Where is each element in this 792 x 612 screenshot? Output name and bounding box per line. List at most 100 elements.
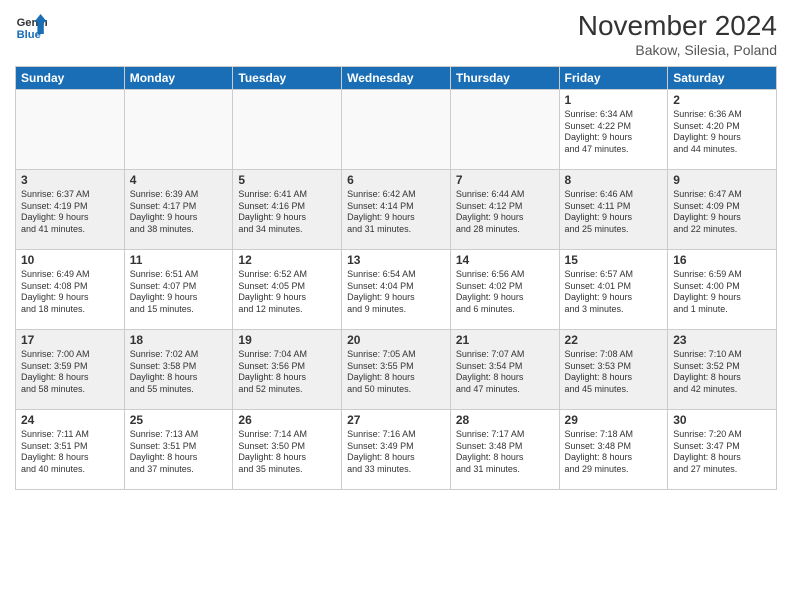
calendar: Sunday Monday Tuesday Wednesday Thursday… — [15, 66, 777, 490]
table-row: 14 Sunrise: 6:56 AM Sunset: 4:02 PM Dayli… — [450, 250, 559, 330]
table-row: 29 Sunrise: 7:18 AM Sunset: 3:48 PM Dayli… — [559, 410, 668, 490]
day-info: Sunrise: 6:54 AM Sunset: 4:04 PM Dayligh… — [347, 269, 445, 316]
table-row: 26 Sunrise: 7:14 AM Sunset: 3:50 PM Dayli… — [233, 410, 342, 490]
day-number: 26 — [238, 413, 336, 427]
day-info: Sunrise: 7:13 AM Sunset: 3:51 PM Dayligh… — [130, 429, 228, 476]
day-number: 5 — [238, 173, 336, 187]
day-number: 20 — [347, 333, 445, 347]
day-number: 25 — [130, 413, 228, 427]
day-info: Sunrise: 7:10 AM Sunset: 3:52 PM Dayligh… — [673, 349, 771, 396]
table-row: 10Sunrise: 6:49 AM Sunset: 4:08 PM Dayli… — [16, 250, 125, 330]
location: Bakow, Silesia, Poland — [578, 42, 777, 58]
col-monday: Monday — [124, 67, 233, 90]
table-row: 16 Sunrise: 6:59 AM Sunset: 4:00 PM Dayli… — [668, 250, 777, 330]
day-number: 12 — [238, 253, 336, 267]
day-info: Sunrise: 6:52 AM Sunset: 4:05 PM Dayligh… — [238, 269, 336, 316]
day-info: Sunrise: 7:07 AM Sunset: 3:54 PM Dayligh… — [456, 349, 554, 396]
table-row: 27Sunrise: 7:16 AM Sunset: 3:49 PM Dayli… — [342, 410, 451, 490]
day-info: Sunrise: 6:36 AM Sunset: 4:20 PM Dayligh… — [673, 109, 771, 156]
col-sunday: Sunday — [16, 67, 125, 90]
calendar-week-row: 3Sunrise: 6:37 AM Sunset: 4:19 PM Daylig… — [16, 170, 777, 250]
table-row: 17Sunrise: 7:00 AM Sunset: 3:59 PM Dayli… — [16, 330, 125, 410]
calendar-week-row: 1 Sunrise: 6:34 AM Sunset: 4:22 PM Daylig… — [16, 90, 777, 170]
col-wednesday: Wednesday — [342, 67, 451, 90]
table-row: 4Sunrise: 6:39 AM Sunset: 4:17 PM Daylig… — [124, 170, 233, 250]
day-number: 6 — [347, 173, 445, 187]
svg-text:Blue: Blue — [17, 29, 41, 41]
title-section: November 2024 Bakow, Silesia, Poland — [578, 10, 777, 58]
day-number: 15 — [565, 253, 663, 267]
col-tuesday: Tuesday — [233, 67, 342, 90]
table-row: 1 Sunrise: 6:34 AM Sunset: 4:22 PM Daylig… — [559, 90, 668, 170]
day-info: Sunrise: 7:00 AM Sunset: 3:59 PM Dayligh… — [21, 349, 119, 396]
col-thursday: Thursday — [450, 67, 559, 90]
day-number: 7 — [456, 173, 554, 187]
day-number: 30 — [673, 413, 771, 427]
day-number: 13 — [347, 253, 445, 267]
day-number: 16 — [673, 253, 771, 267]
day-info: Sunrise: 6:46 AM Sunset: 4:11 PM Dayligh… — [565, 189, 663, 236]
table-row: 28 Sunrise: 7:17 AM Sunset: 3:48 PM Dayli… — [450, 410, 559, 490]
calendar-week-row: 17Sunrise: 7:00 AM Sunset: 3:59 PM Dayli… — [16, 330, 777, 410]
day-info: Sunrise: 7:08 AM Sunset: 3:53 PM Dayligh… — [565, 349, 663, 396]
table-row: 20 Sunrise: 7:05 AM Sunset: 3:55 PM Dayli… — [342, 330, 451, 410]
day-number: 29 — [565, 413, 663, 427]
table-row: 18Sunrise: 7:02 AM Sunset: 3:58 PM Dayli… — [124, 330, 233, 410]
day-number: 8 — [565, 173, 663, 187]
table-row: 7Sunrise: 6:44 AM Sunset: 4:12 PM Daylig… — [450, 170, 559, 250]
table-row — [233, 90, 342, 170]
day-number: 22 — [565, 333, 663, 347]
day-number: 14 — [456, 253, 554, 267]
day-info: Sunrise: 6:34 AM Sunset: 4:22 PM Dayligh… — [565, 109, 663, 156]
day-info: Sunrise: 6:42 AM Sunset: 4:14 PM Dayligh… — [347, 189, 445, 236]
table-row: 23Sunrise: 7:10 AM Sunset: 3:52 PM Dayli… — [668, 330, 777, 410]
day-number: 10 — [21, 253, 119, 267]
col-friday: Friday — [559, 67, 668, 90]
day-info: Sunrise: 6:57 AM Sunset: 4:01 PM Dayligh… — [565, 269, 663, 316]
day-info: Sunrise: 7:04 AM Sunset: 3:56 PM Dayligh… — [238, 349, 336, 396]
day-number: 1 — [565, 93, 663, 107]
table-row: 22 Sunrise: 7:08 AM Sunset: 3:53 PM Dayli… — [559, 330, 668, 410]
table-row: 15 Sunrise: 6:57 AM Sunset: 4:01 PM Dayli… — [559, 250, 668, 330]
day-info: Sunrise: 7:02 AM Sunset: 3:58 PM Dayligh… — [130, 349, 228, 396]
table-row: 25 Sunrise: 7:13 AM Sunset: 3:51 PM Dayli… — [124, 410, 233, 490]
day-info: Sunrise: 7:14 AM Sunset: 3:50 PM Dayligh… — [238, 429, 336, 476]
table-row: 21Sunrise: 7:07 AM Sunset: 3:54 PM Dayli… — [450, 330, 559, 410]
table-row: 8 Sunrise: 6:46 AM Sunset: 4:11 PM Daylig… — [559, 170, 668, 250]
month-title: November 2024 — [578, 10, 777, 42]
day-number: 4 — [130, 173, 228, 187]
day-info: Sunrise: 6:51 AM Sunset: 4:07 PM Dayligh… — [130, 269, 228, 316]
table-row — [124, 90, 233, 170]
table-row — [16, 90, 125, 170]
day-info: Sunrise: 6:59 AM Sunset: 4:00 PM Dayligh… — [673, 269, 771, 316]
table-row: 5Sunrise: 6:41 AM Sunset: 4:16 PM Daylig… — [233, 170, 342, 250]
table-row: 13 Sunrise: 6:54 AM Sunset: 4:04 PM Dayli… — [342, 250, 451, 330]
table-row: 2Sunrise: 6:36 AM Sunset: 4:20 PM Daylig… — [668, 90, 777, 170]
day-number: 11 — [130, 253, 228, 267]
table-row: 24Sunrise: 7:11 AM Sunset: 3:51 PM Dayli… — [16, 410, 125, 490]
day-info: Sunrise: 7:20 AM Sunset: 3:47 PM Dayligh… — [673, 429, 771, 476]
table-row: 3Sunrise: 6:37 AM Sunset: 4:19 PM Daylig… — [16, 170, 125, 250]
table-row: 11 Sunrise: 6:51 AM Sunset: 4:07 PM Dayli… — [124, 250, 233, 330]
table-row: 6 Sunrise: 6:42 AM Sunset: 4:14 PM Daylig… — [342, 170, 451, 250]
day-number: 9 — [673, 173, 771, 187]
day-info: Sunrise: 7:11 AM Sunset: 3:51 PM Dayligh… — [21, 429, 119, 476]
table-row: 19 Sunrise: 7:04 AM Sunset: 3:56 PM Dayli… — [233, 330, 342, 410]
day-info: Sunrise: 7:17 AM Sunset: 3:48 PM Dayligh… — [456, 429, 554, 476]
day-number: 3 — [21, 173, 119, 187]
day-info: Sunrise: 6:56 AM Sunset: 4:02 PM Dayligh… — [456, 269, 554, 316]
day-info: Sunrise: 7:16 AM Sunset: 3:49 PM Dayligh… — [347, 429, 445, 476]
table-row: 12 Sunrise: 6:52 AM Sunset: 4:05 PM Dayli… — [233, 250, 342, 330]
col-saturday: Saturday — [668, 67, 777, 90]
day-info: Sunrise: 7:05 AM Sunset: 3:55 PM Dayligh… — [347, 349, 445, 396]
table-row — [450, 90, 559, 170]
calendar-week-row: 10Sunrise: 6:49 AM Sunset: 4:08 PM Dayli… — [16, 250, 777, 330]
day-number: 28 — [456, 413, 554, 427]
table-row — [342, 90, 451, 170]
table-row: 30 Sunrise: 7:20 AM Sunset: 3:47 PM Dayli… — [668, 410, 777, 490]
table-row: 9Sunrise: 6:47 AM Sunset: 4:09 PM Daylig… — [668, 170, 777, 250]
day-number: 19 — [238, 333, 336, 347]
calendar-week-row: 24Sunrise: 7:11 AM Sunset: 3:51 PM Dayli… — [16, 410, 777, 490]
calendar-header-row: Sunday Monday Tuesday Wednesday Thursday… — [16, 67, 777, 90]
day-info: Sunrise: 7:18 AM Sunset: 3:48 PM Dayligh… — [565, 429, 663, 476]
